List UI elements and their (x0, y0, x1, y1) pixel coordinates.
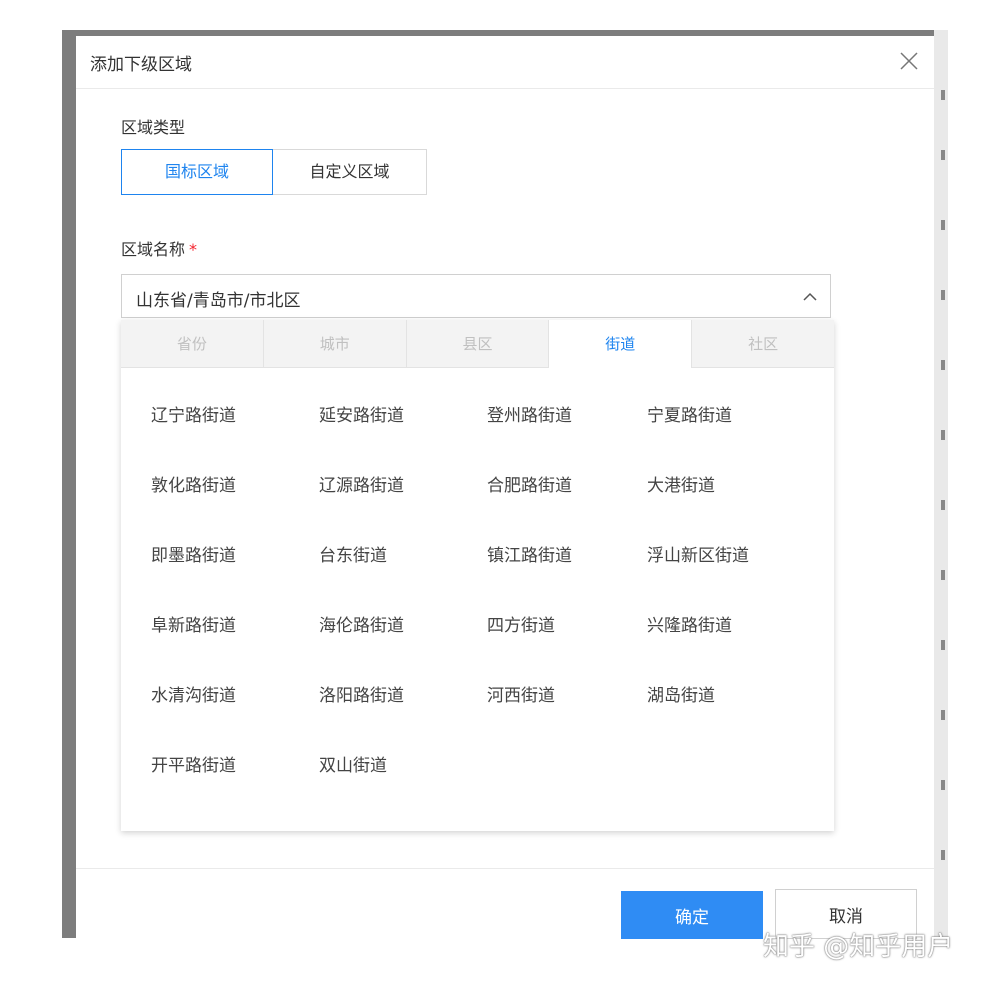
add-subregion-modal: 添加下级区域 区域类型 国标区域 自定义区域 区域名称 * 山东省/青岛市/市北区… (76, 36, 934, 939)
street-option[interactable]: 水清沟街道 (151, 686, 319, 756)
street-option[interactable]: 即墨路街道 (151, 546, 319, 616)
region-type-national-button[interactable]: 国标区域 (121, 149, 273, 195)
tab-street[interactable]: 街道 (549, 320, 693, 368)
region-name-label: 区域名称 * (121, 236, 197, 260)
required-mark: * (189, 240, 198, 259)
street-option[interactable]: 开平路街道 (151, 756, 319, 826)
street-option[interactable]: 洛阳路街道 (319, 686, 487, 756)
background-tick (941, 570, 945, 580)
street-option[interactable]: 海伦路街道 (319, 616, 487, 686)
street-option[interactable]: 大港街道 (647, 476, 815, 546)
street-option[interactable]: 宁夏路街道 (647, 406, 815, 476)
street-option[interactable]: 浮山新区街道 (647, 546, 815, 616)
background-tick (941, 430, 945, 440)
street-option[interactable]: 辽宁路街道 (151, 406, 319, 476)
background-tick (941, 220, 945, 230)
street-option[interactable]: 河西街道 (487, 686, 647, 756)
street-option[interactable]: 辽源路街道 (319, 476, 487, 546)
street-option[interactable]: 延安路街道 (319, 406, 487, 476)
cascader-tabs: 省份 城市 县区 街道 社区 (121, 320, 834, 368)
modal-header: 添加下级区域 (76, 36, 934, 89)
background-tick (941, 360, 945, 370)
background-tick (941, 850, 945, 860)
chevron-up-icon (803, 292, 817, 301)
background-tick (941, 90, 945, 100)
street-option[interactable]: 湖岛街道 (647, 686, 815, 756)
street-options-grid: 辽宁路街道 延安路街道 登州路街道 宁夏路街道 敦化路街道 辽源路街道 合肥路街… (151, 406, 831, 826)
region-type-toggle: 国标区域 自定义区域 (121, 149, 427, 195)
confirm-button[interactable]: 确定 (621, 891, 763, 939)
region-type-label: 区域类型 (121, 118, 186, 137)
background-tick (941, 500, 945, 510)
close-icon[interactable] (898, 50, 920, 72)
region-name-value: 山东省/青岛市/市北区 (136, 291, 301, 311)
street-option[interactable]: 四方街道 (487, 616, 647, 686)
cascader-dropdown: 省份 城市 县区 街道 社区 辽宁路街道 延安路街道 登州路街道 宁夏路街道 敦… (121, 320, 834, 831)
tab-community[interactable]: 社区 (692, 320, 834, 368)
region-name-select[interactable]: 山东省/青岛市/市北区 (121, 274, 831, 318)
modal-title: 添加下级区域 (90, 55, 192, 75)
street-option[interactable]: 敦化路街道 (151, 476, 319, 546)
background-tick (941, 710, 945, 720)
street-option[interactable]: 阜新路街道 (151, 616, 319, 686)
street-option[interactable]: 登州路街道 (487, 406, 647, 476)
background-tick (941, 640, 945, 650)
tab-city[interactable]: 城市 (263, 320, 407, 368)
street-option[interactable]: 镇江路街道 (487, 546, 647, 616)
street-option[interactable]: 合肥路街道 (487, 476, 647, 546)
street-option[interactable]: 兴隆路街道 (647, 616, 815, 686)
region-type-custom-button[interactable]: 自定义区域 (273, 149, 427, 195)
region-name-label-text: 区域名称 (121, 240, 186, 259)
background-tick (941, 290, 945, 300)
tab-province[interactable]: 省份 (121, 320, 264, 368)
street-option[interactable]: 双山街道 (319, 756, 487, 826)
tab-county[interactable]: 县区 (406, 320, 550, 368)
background-tick (941, 150, 945, 160)
street-option[interactable]: 台东街道 (319, 546, 487, 616)
background-tick (941, 780, 945, 790)
watermark: 知乎 @知乎用户 (763, 932, 954, 962)
background-page-edge (934, 30, 948, 938)
